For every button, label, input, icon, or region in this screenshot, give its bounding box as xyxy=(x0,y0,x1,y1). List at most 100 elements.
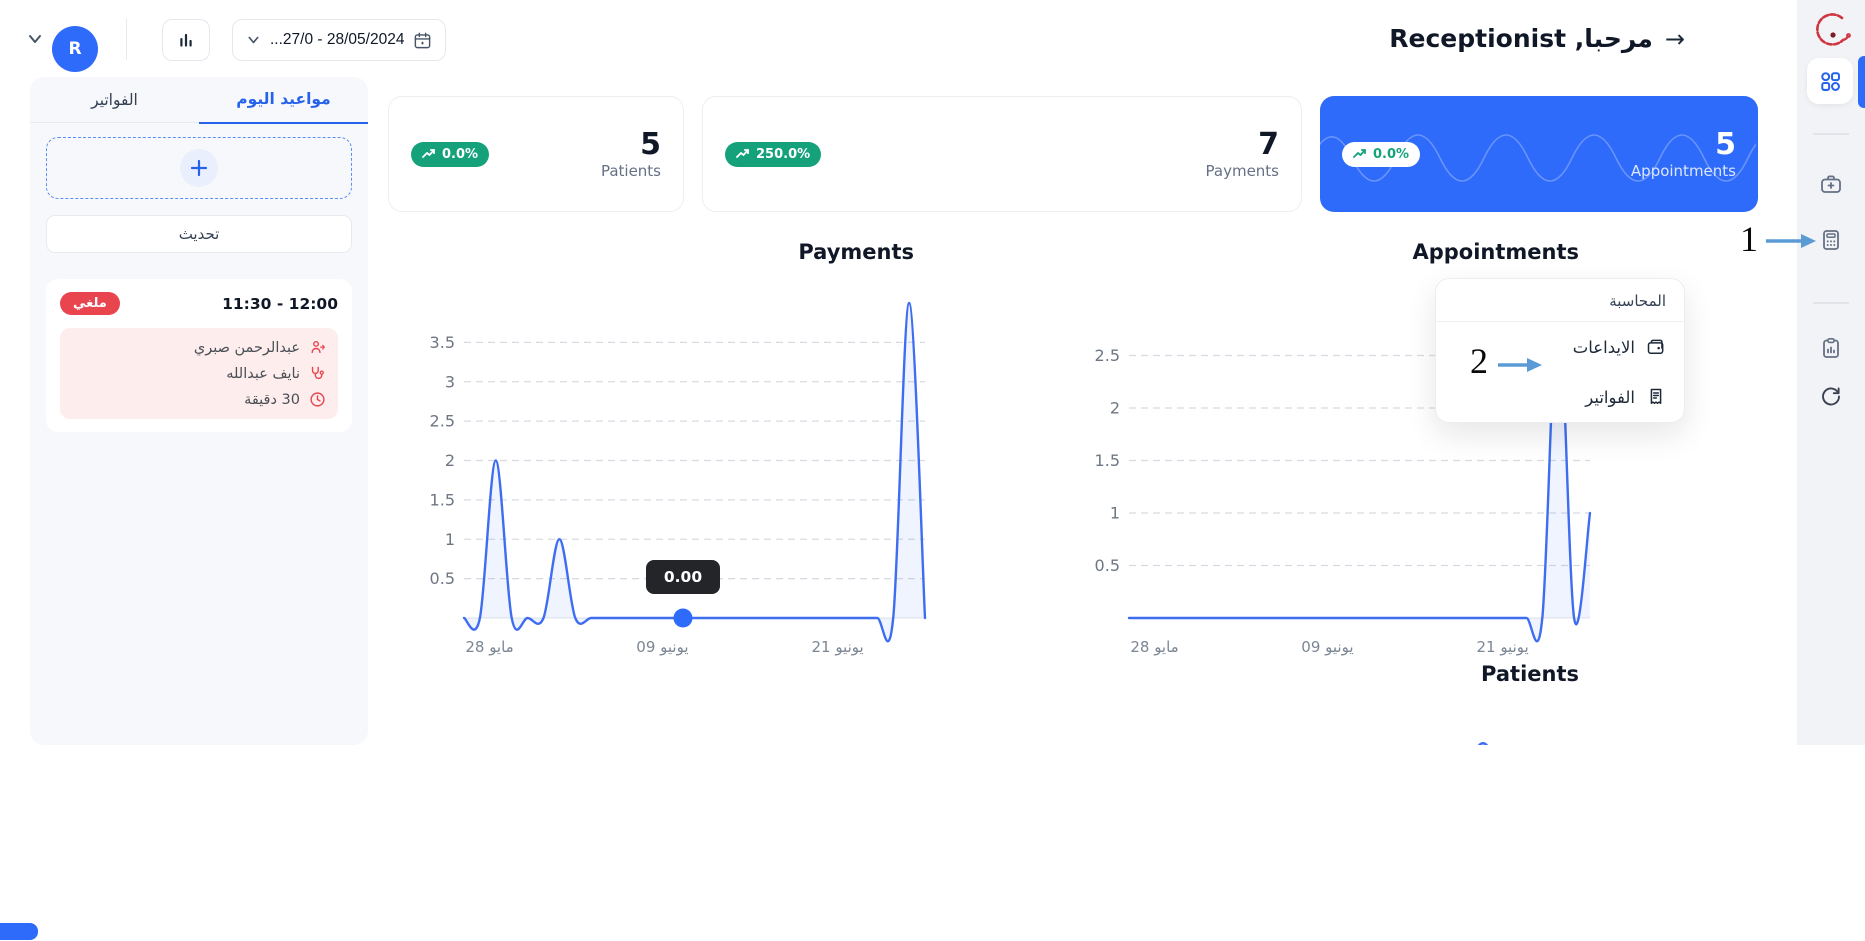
calculator-icon xyxy=(1819,228,1843,252)
chart-title: Patients xyxy=(1085,662,1595,692)
svg-text:09 يونيو: 09 يونيو xyxy=(1301,638,1353,656)
svg-text:21 يونيو: 21 يونيو xyxy=(811,638,863,656)
sidebar-divider xyxy=(1813,302,1849,304)
svg-text:21 يونيو: 21 يونيو xyxy=(1476,638,1528,656)
refresh-icon xyxy=(1819,384,1843,408)
medical-kit-icon xyxy=(1819,172,1843,196)
sidebar-divider xyxy=(1813,133,1849,135)
tab-invoices[interactable]: الفواتير xyxy=(30,77,199,122)
topbar-divider xyxy=(126,18,127,60)
appointments-side-panel: مواعيد اليوم الفواتير تحديث 11:30 - 12:0… xyxy=(30,77,368,745)
stat-value: 7 xyxy=(1206,128,1279,163)
clock-icon xyxy=(309,391,326,408)
clinic-stethoscope-logo-icon xyxy=(1809,8,1853,52)
stat-card-payments[interactable]: 250.0% 7 Payments xyxy=(702,96,1302,212)
nav-reports[interactable] xyxy=(1819,336,1843,360)
app-viewport: R ...27/0 - 28/05/2024 → مرحبا, Receptio… xyxy=(0,0,1865,745)
chart-tooltip: 0.00 xyxy=(646,560,720,594)
stat-card-appointments[interactable]: 0.0% 5 Appointments xyxy=(1320,96,1758,212)
calendar-icon xyxy=(413,31,432,50)
svg-text:0.5: 0.5 xyxy=(1095,556,1120,575)
panel-tabs: مواعيد اليوم الفواتير xyxy=(30,77,368,123)
annotation-number-2: 2 xyxy=(1470,340,1488,382)
payments-plot[interactable]: 0.511.522.533.528 مايو09 يونيو21 يونيو xyxy=(420,270,930,664)
nav-accounting-calculator[interactable] xyxy=(1819,228,1843,252)
menu-item-label: الايداعات xyxy=(1573,338,1635,357)
chevron-down-icon xyxy=(26,31,44,47)
appointment-patient-row: عبدالرحمن صبري xyxy=(72,339,326,356)
menu-item-label: الفواتير xyxy=(1585,388,1635,407)
appointment-details: عبدالرحمن صبري نايف عبدالله 30 دقيق xyxy=(60,328,338,419)
avatar-initial: R xyxy=(68,39,81,59)
tab-today-appointments[interactable]: مواعيد اليوم xyxy=(199,77,368,124)
nav-medical-services[interactable] xyxy=(1819,172,1843,196)
date-range-picker[interactable]: ...27/0 - 28/05/2024 xyxy=(232,19,446,61)
chart-title: Appointments xyxy=(1085,240,1595,270)
annotation-number-1: 1 xyxy=(1740,218,1758,260)
appointment-duration: 30 دقيقة xyxy=(244,392,300,408)
stethoscope-icon xyxy=(309,365,326,382)
receipt-icon xyxy=(1646,387,1666,407)
svg-text:28 مايو: 28 مايو xyxy=(1130,638,1178,656)
page-title: مرحبا, Receptionist xyxy=(1389,24,1653,53)
page-title-wrap: → مرحبا, Receptionist xyxy=(1389,24,1685,53)
stat-label: Payments xyxy=(1206,162,1279,180)
wallet-icon xyxy=(1646,337,1666,357)
trend-up-icon xyxy=(736,148,750,160)
stat-value: 5 xyxy=(601,128,661,163)
stat-label: Patients xyxy=(601,162,661,180)
trend-value: 250.0% xyxy=(756,147,810,162)
horizontal-scrollbar-thumb[interactable] xyxy=(0,923,38,940)
appointment-card[interactable]: 11:30 - 12:00 ملغي عبدالرحمن صبري xyxy=(46,279,352,432)
right-nav-sidebar xyxy=(1797,0,1865,745)
patient-name: عبدالرحمن صبري xyxy=(194,340,300,356)
appointment-time: 11:30 - 12:00 xyxy=(222,295,338,313)
appointment-duration-row: 30 دقيقة xyxy=(72,391,326,408)
appointment-header: 11:30 - 12:00 ملغي xyxy=(60,292,338,315)
stat-label: Appointments xyxy=(1631,162,1736,180)
svg-text:3.5: 3.5 xyxy=(430,333,455,352)
svg-text:28 مايو: 28 مايو xyxy=(465,638,513,656)
plus-icon xyxy=(190,159,208,177)
svg-text:1.5: 1.5 xyxy=(430,490,455,509)
bar-chart-icon xyxy=(175,29,197,51)
trend-value: 0.0% xyxy=(442,147,478,162)
annotation-arrow-1-right-arrow-icon xyxy=(1766,232,1816,250)
dropdown-header: المحاسبة xyxy=(1436,279,1684,321)
svg-text:3: 3 xyxy=(445,372,455,391)
stat-cards-row: 0.0% 5 Patients 250.0% 7 Payments 0 xyxy=(388,96,1758,212)
refresh-button[interactable] xyxy=(1819,384,1843,408)
payments-chart: Payments 0.511.522.533.528 مايو09 يونيو2… xyxy=(420,240,930,664)
patients-chart: Patients xyxy=(1085,662,1595,745)
svg-text:1: 1 xyxy=(1110,504,1120,523)
trend-up-icon xyxy=(1353,148,1367,160)
trend-value: 0.0% xyxy=(1373,147,1409,162)
trend-up-icon xyxy=(422,148,436,160)
add-appointment-button[interactable] xyxy=(46,137,352,199)
chart-title: Payments xyxy=(420,240,930,270)
svg-text:0.5: 0.5 xyxy=(430,569,455,588)
avatar[interactable]: R xyxy=(52,26,98,72)
doctor-name: نايف عبدالله xyxy=(226,366,300,382)
trend-badge: 250.0% xyxy=(725,142,821,167)
chevron-down-icon xyxy=(246,33,261,47)
nav-dashboard[interactable] xyxy=(1807,58,1853,104)
appointment-doctor-row: نايف عبدالله xyxy=(72,365,326,382)
patients-plot[interactable] xyxy=(1085,692,1595,745)
svg-text:2.5: 2.5 xyxy=(1095,346,1120,365)
svg-text:09 يونيو: 09 يونيو xyxy=(636,638,688,656)
update-button[interactable]: تحديث xyxy=(46,215,352,253)
back-arrow-icon[interactable]: → xyxy=(1665,27,1685,51)
svg-text:2.5: 2.5 xyxy=(430,412,455,431)
annotation-arrow-2-right-arrow-icon xyxy=(1498,356,1542,374)
plus-circle xyxy=(180,149,218,187)
collapse-chevron-button[interactable] xyxy=(26,31,46,47)
stat-card-patients[interactable]: 0.0% 5 Patients xyxy=(388,96,684,212)
date-range-value: ...27/0 - 28/05/2024 xyxy=(270,31,404,49)
top-bar: R ...27/0 - 28/05/2024 → مرحبا, Receptio… xyxy=(0,0,1797,76)
analytics-button[interactable] xyxy=(162,19,210,61)
status-badge: ملغي xyxy=(60,292,120,315)
active-nav-indicator xyxy=(1858,56,1865,108)
svg-text:2: 2 xyxy=(1110,399,1120,418)
stat-value: 5 xyxy=(1631,128,1736,163)
